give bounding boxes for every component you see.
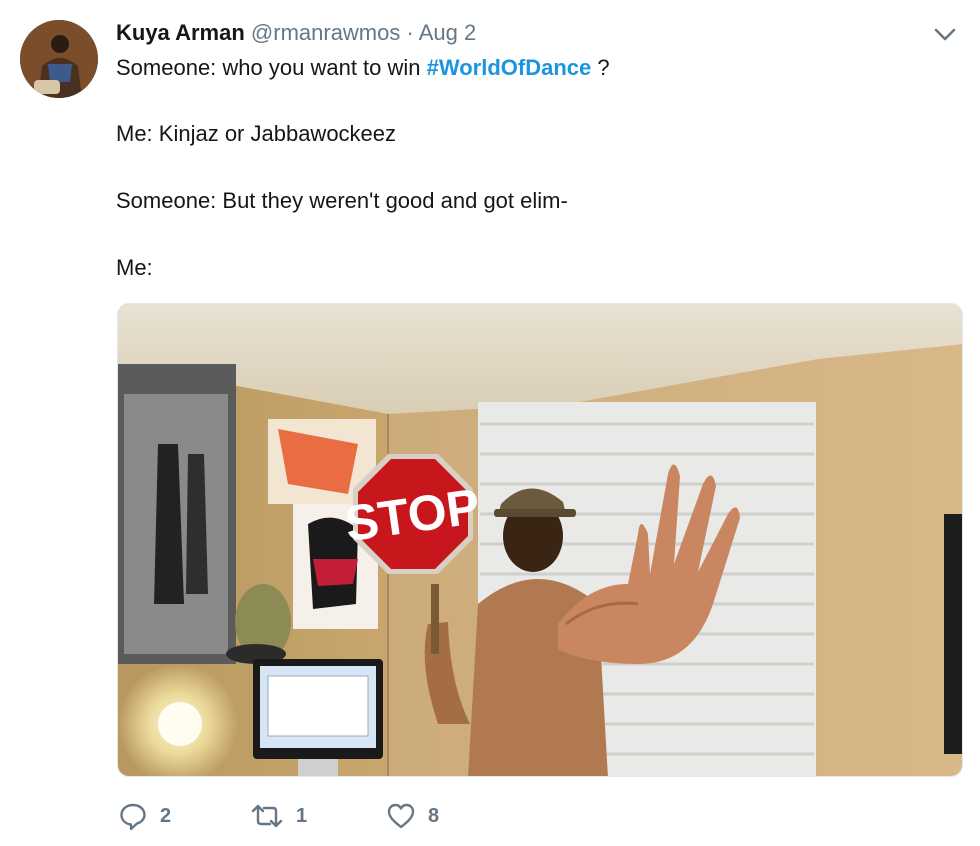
chevron-down-icon[interactable]	[930, 24, 960, 46]
tweet-actions: 2 1 8	[0, 798, 980, 834]
retweet-icon	[251, 804, 283, 828]
tweet-text-line-4: Me:	[116, 255, 153, 280]
tweet-header: Kuya Arman @rmanrawmos · Aug 2	[116, 18, 476, 48]
like-count: 8	[428, 804, 440, 827]
avatar-image	[20, 20, 98, 98]
reply-button[interactable]: 2	[118, 798, 171, 834]
hashtag-link[interactable]: #WorldOfDance	[427, 55, 592, 80]
separator-dot: ·	[406, 20, 414, 45]
tweet-text-line-3: Someone: But they weren't good and got e…	[116, 188, 568, 213]
tweet-text-line-2: Me: Kinjaz or Jabbawockeez	[116, 121, 397, 146]
text-prefix: Someone: who you want to win	[116, 55, 427, 80]
author-handle[interactable]: @rmanrawmos	[251, 20, 400, 45]
tweet-media-image[interactable]: STOP	[117, 303, 963, 777]
timestamp[interactable]: Aug 2	[419, 20, 477, 45]
media-photo: STOP	[118, 304, 962, 776]
reply-icon	[120, 803, 146, 831]
retweet-button[interactable]: 1	[250, 798, 307, 834]
like-button[interactable]: 8	[386, 798, 439, 834]
tweet: Kuya Arman @rmanrawmos · Aug 2 Someone: …	[0, 0, 980, 846]
author-name[interactable]: Kuya Arman	[116, 20, 245, 45]
avatar[interactable]	[20, 20, 98, 98]
tweet-text-line-1: Someone: who you want to win #WorldOfDan…	[116, 54, 610, 82]
reply-count: 2	[160, 804, 172, 827]
retweet-count: 1	[296, 804, 308, 827]
text-suffix: ?	[591, 55, 610, 80]
heart-icon	[387, 803, 415, 829]
